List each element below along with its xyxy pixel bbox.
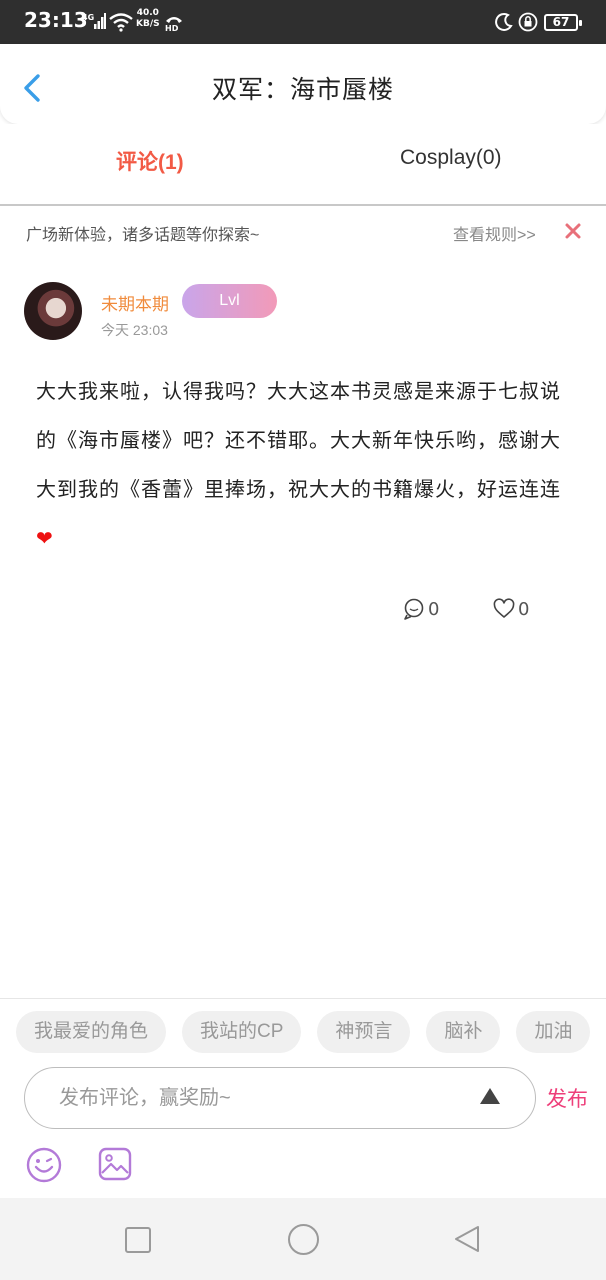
avatar[interactable]	[24, 282, 82, 340]
level-badge: Lvl	[182, 284, 277, 318]
quick-tag[interactable]: 加油	[516, 1011, 591, 1053]
comment-text: 大大我来啦，认得我吗？大大这本书灵感是来源于七叔说的《海市蜃楼》吧？还不错耶。大…	[36, 381, 561, 501]
like-button[interactable]: 0	[492, 596, 529, 622]
home-button[interactable]	[288, 1224, 319, 1255]
status-time: 23:13	[24, 8, 88, 32]
smiley-icon[interactable]	[25, 1146, 63, 1184]
comment-time: 今天 23:03	[101, 322, 168, 338]
heart-icon	[493, 598, 515, 618]
triangle-up-icon[interactable]	[479, 1086, 501, 1106]
svg-text:HD: HD	[165, 24, 179, 32]
lock-icon	[518, 12, 538, 32]
image-icon[interactable]	[97, 1146, 133, 1182]
comment-composer: 我最爱的角色 我站的CP 神预言 脑补 加油 发布	[0, 998, 606, 1198]
reply-button[interactable]: 0	[402, 596, 439, 622]
status-bar: 23:13 4G 40.0 KB/S HD 67	[0, 0, 606, 44]
quick-tag-list: 我最爱的角色 我站的CP 神预言 脑补 加油	[16, 1011, 606, 1055]
username[interactable]: 未期本期	[101, 290, 169, 315]
publish-button[interactable]: 发布	[546, 1083, 588, 1113]
speech-bubble-icon	[404, 598, 424, 620]
tab-bar: 评论(1) Cosplay(0)	[0, 124, 606, 206]
signal-icon: 4G	[82, 13, 106, 29]
recent-apps-button[interactable]	[125, 1227, 151, 1253]
quick-tag[interactable]: 脑补	[426, 1011, 501, 1053]
hd-call-icon: HD	[165, 17, 182, 32]
network-speed: 40.0 KB/S	[136, 8, 160, 29]
comment-body: 大大我来啦，认得我吗？大大这本书灵感是来源于七叔说的《海市蜃楼》吧？还不错耶。大…	[36, 368, 568, 564]
like-count: 0	[518, 598, 530, 620]
reply-count: 0	[428, 598, 440, 620]
svg-text:4G: 4G	[82, 13, 94, 22]
battery-icon: 67	[544, 14, 582, 31]
comment-input[interactable]	[59, 1082, 459, 1114]
page-title: 双军：海市蜃楼	[211, 76, 394, 104]
close-icon[interactable]	[562, 220, 584, 242]
quick-tag[interactable]: 神预言	[317, 1011, 411, 1053]
system-nav-bar	[0, 1198, 606, 1280]
notice-text: 广场新体验，诸多话题等你探索~	[26, 227, 260, 244]
tab-cosplay[interactable]: Cosplay(0)	[400, 146, 502, 170]
notice-banner: 广场新体验，诸多话题等你探索~ 查看规则>>	[0, 208, 606, 256]
heart-emoji-icon: ❤	[36, 528, 54, 550]
wifi-icon	[109, 13, 133, 32]
quick-tag[interactable]: 我最爱的角色	[16, 1011, 167, 1053]
comment-input-box	[24, 1067, 536, 1129]
nav-back-icon[interactable]	[452, 1224, 482, 1254]
quick-tag[interactable]: 我站的CP	[182, 1011, 302, 1053]
top-app-bar: 双军：海市蜃楼	[0, 44, 606, 124]
view-rules-link[interactable]: 查看规则>>	[453, 221, 536, 245]
tab-comments[interactable]: 评论(1)	[116, 146, 184, 176]
moon-icon	[495, 13, 513, 31]
